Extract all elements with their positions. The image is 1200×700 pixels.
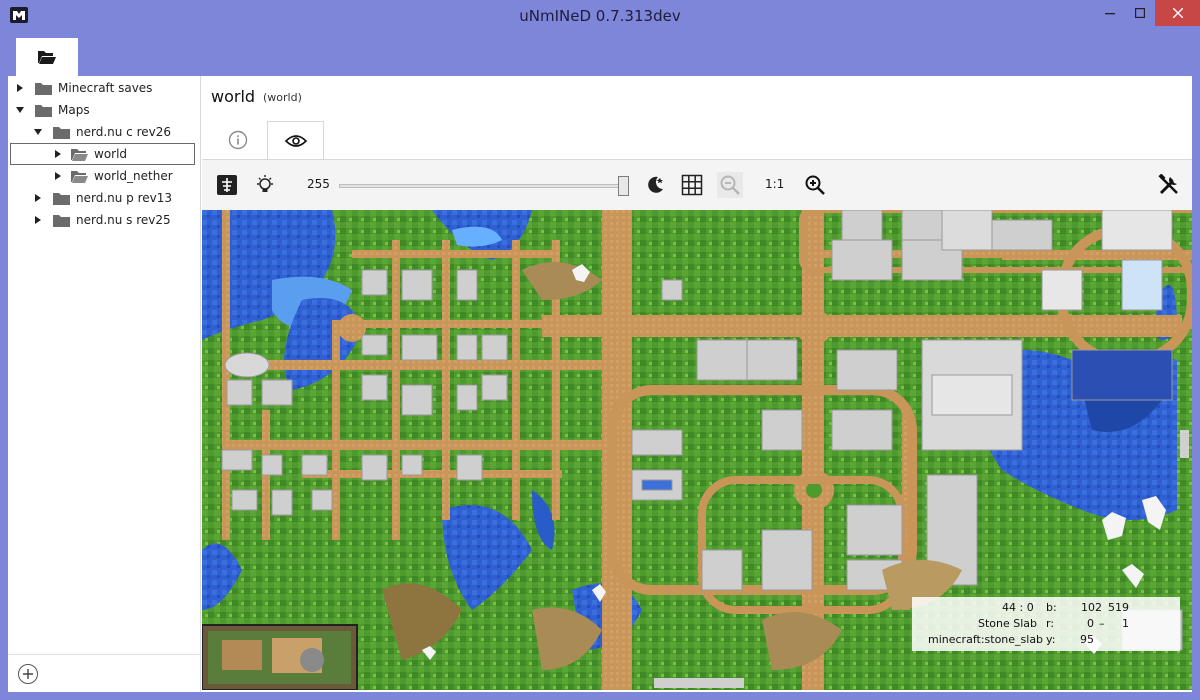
zoom-out-icon <box>720 175 740 195</box>
folder-open-icon <box>38 51 56 64</box>
client-area: Minecraft saves Maps nerd.nu c rev26 wor… <box>8 76 1192 692</box>
region-separator: – <box>1099 617 1105 630</box>
chevron-right-icon[interactable] <box>53 149 63 159</box>
block-z: 519 <box>1108 601 1129 614</box>
region-x: 0 <box>1087 617 1094 630</box>
maximize-button[interactable] <box>1125 0 1155 26</box>
block-name: Stone Slab <box>978 617 1038 630</box>
chevron-right-icon[interactable] <box>33 215 43 225</box>
page-title: world <box>211 87 256 106</box>
tree-item-label: Minecraft saves <box>58 81 153 95</box>
block-x: 102 <box>1081 601 1102 614</box>
chevron-down-icon[interactable] <box>33 127 43 137</box>
region-z: 1 <box>1122 617 1129 630</box>
tree-item-label: Maps <box>58 103 90 117</box>
zoom-in-button[interactable] <box>802 172 828 198</box>
zoom-in-icon <box>805 175 825 195</box>
block-info-panel: 44 : 0 b: 102 519 Stone Slab r: 0 – 1 mi… <box>912 597 1180 651</box>
light-bulb-icon <box>257 175 273 192</box>
tree-item-label: world <box>94 147 128 161</box>
tab-map-view[interactable] <box>267 121 324 160</box>
region-label: r: <box>1046 617 1055 630</box>
height-slider-thumb[interactable] <box>618 176 629 196</box>
tree-item-label: nerd.nu s rev25 <box>76 213 171 227</box>
scrollbar-thumb[interactable] <box>1180 430 1189 458</box>
add-map-button[interactable] <box>18 664 38 684</box>
night-mode-button[interactable] <box>642 172 668 198</box>
grid-icon <box>681 174 703 196</box>
block-coords-label: b: <box>1046 601 1057 614</box>
tools-button[interactable] <box>1156 172 1182 198</box>
night-mode-icon <box>648 176 663 193</box>
page-subtitle: (world) <box>263 91 302 104</box>
topography-icon <box>217 175 237 195</box>
folder-icon <box>35 82 52 95</box>
tree-item-world[interactable]: world <box>10 143 195 165</box>
height-value: 255 <box>307 177 330 191</box>
grid-button[interactable] <box>679 172 705 198</box>
lighting-button[interactable] <box>252 172 278 198</box>
map-tree: Minecraft saves Maps nerd.nu c rev26 wor… <box>8 76 201 692</box>
height-slider-track[interactable] <box>339 184 629 188</box>
height-y: 95 <box>1080 633 1094 646</box>
minimize-button[interactable] <box>1095 0 1125 26</box>
tree-item-nerd-p-rev13[interactable]: nerd.nu p rev13 <box>8 187 198 209</box>
tree-item-nerd-s-rev25[interactable]: nerd.nu s rev25 <box>8 209 198 231</box>
chevron-right-icon[interactable] <box>53 171 63 181</box>
tree-item-nerd-c-rev26[interactable]: nerd.nu c rev26 <box>8 121 198 143</box>
tab-info[interactable] <box>209 121 266 159</box>
tree-item-minecraft-saves[interactable]: Minecraft saves <box>8 77 198 99</box>
folder-open-icon <box>71 170 88 183</box>
folder-icon <box>53 214 70 227</box>
zoom-level[interactable]: 1:1 <box>765 177 784 191</box>
zoom-out-button[interactable] <box>717 172 743 198</box>
map-toolbar: 255 1:1 <box>202 160 1192 210</box>
info-icon <box>228 130 247 150</box>
eye-icon <box>284 135 307 147</box>
cursor-coords: 44 : 0 <box>1002 601 1034 614</box>
window-title: uNmINeD 0.7.313dev <box>519 7 681 25</box>
horizontal-scrollbar[interactable] <box>202 676 1177 690</box>
topography-button[interactable] <box>214 172 240 198</box>
block-id: minecraft:stone_slab <box>928 633 1044 646</box>
scrollbar-thumb[interactable] <box>654 678 744 688</box>
tools-icon <box>1158 174 1178 195</box>
close-icon <box>1172 8 1183 18</box>
folder-icon <box>35 104 52 117</box>
folder-icon <box>53 192 70 205</box>
tree-item-label: world_nether <box>94 169 173 183</box>
folder-icon <box>53 126 70 139</box>
add-circle-icon <box>23 669 33 679</box>
tree-item-world-nether[interactable]: world_nether <box>8 165 198 187</box>
ribbon-tab-open[interactable] <box>16 38 78 76</box>
close-button[interactable] <box>1155 0 1200 26</box>
tree-item-label: nerd.nu p rev13 <box>76 191 173 205</box>
map-view-panel: world (world) 255 1:1 44: 0 b: 102 519 … <box>202 76 1192 692</box>
title-bar: uNmINeD 0.7.313dev <box>0 0 1200 32</box>
chevron-right-icon[interactable] <box>15 83 25 93</box>
divider <box>8 654 201 655</box>
chevron-right-icon[interactable] <box>33 193 43 203</box>
folder-open-icon <box>71 148 88 161</box>
height-label: y: <box>1046 633 1056 646</box>
tree-item-maps[interactable]: Maps <box>8 99 198 121</box>
tree-item-label: nerd.nu c rev26 <box>76 125 172 139</box>
chevron-down-icon[interactable] <box>15 105 25 115</box>
